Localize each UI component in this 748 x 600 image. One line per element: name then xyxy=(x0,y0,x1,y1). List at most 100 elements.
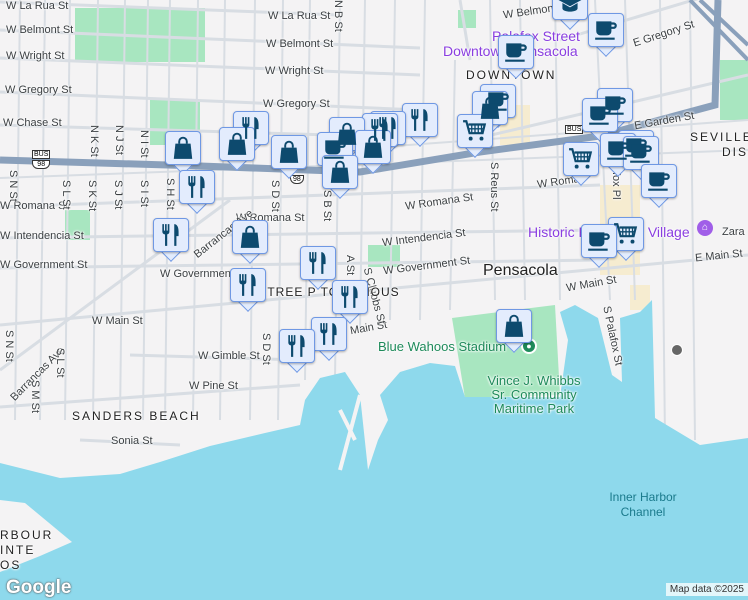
street-label: W Pine St xyxy=(189,380,238,392)
street-label: S Reus St xyxy=(488,162,500,212)
area-label-seville: SEVILLE xyxy=(690,130,748,144)
map-canvas[interactable]: W La Rua St W La Rua St W Belmont St W B… xyxy=(0,0,748,600)
area-label-pointe: INTE xyxy=(0,543,36,557)
restaurant-marker[interactable] xyxy=(311,317,347,361)
poi-maritime-park[interactable]: Vince J. Whibbs Sr. Community Maritime P… xyxy=(486,374,582,416)
street-label: S I St xyxy=(138,180,150,207)
grocery-marker[interactable] xyxy=(563,142,599,186)
street-label: W La Rua St xyxy=(6,0,69,12)
street-label: S D St xyxy=(260,333,272,365)
cafe-marker[interactable] xyxy=(498,35,534,79)
street-label: N B St xyxy=(332,0,344,32)
restaurant-marker[interactable] xyxy=(402,103,438,147)
bus-shield-label: BUS xyxy=(32,150,51,159)
street-label: S L St xyxy=(60,180,72,210)
route-shield-label: 98 xyxy=(32,160,51,169)
street-label: W La Rua St xyxy=(268,10,331,22)
fork-knife-icon xyxy=(184,174,210,200)
water xyxy=(0,300,748,600)
street-label: S M St xyxy=(29,380,41,414)
restaurant-marker[interactable] xyxy=(300,246,336,290)
fork-knife-icon xyxy=(235,272,261,298)
fork-knife-icon xyxy=(284,333,310,359)
shop-marker[interactable] xyxy=(271,135,307,179)
street-label: W Chase St xyxy=(3,117,62,129)
street-label: W Gregory St xyxy=(263,98,330,110)
map-attribution[interactable]: Map data ©2025 xyxy=(665,583,748,596)
coffee-cup-icon xyxy=(593,17,619,43)
street-label: W Intendencia St xyxy=(0,230,84,242)
fork-knife-icon xyxy=(316,321,342,347)
street-label: N K St xyxy=(88,125,100,157)
cafe-marker[interactable] xyxy=(588,13,624,57)
shopping-bag-icon xyxy=(170,135,196,161)
shopping-bag-icon xyxy=(276,139,302,165)
street-label: Zara xyxy=(722,226,745,238)
city-label: Pensacola xyxy=(483,262,558,279)
fork-knife-icon xyxy=(407,107,433,133)
street-label: W Government St xyxy=(0,259,88,271)
coffee-cup-icon xyxy=(587,102,613,128)
shopping-bag-icon xyxy=(224,131,250,157)
street-label: S N St xyxy=(7,170,19,202)
shop-marker[interactable] xyxy=(232,220,268,264)
street-label: W Belmont St xyxy=(266,38,334,50)
street-label: S N St xyxy=(3,330,15,362)
fork-knife-icon xyxy=(305,250,331,276)
shopping-cart-icon xyxy=(462,118,488,144)
street-label: W Gimble St xyxy=(198,350,260,362)
area-label-woods: OS xyxy=(0,558,22,572)
shopping-cart-icon xyxy=(568,146,594,172)
google-logo[interactable]: Google xyxy=(6,577,71,599)
shopping-cart-icon xyxy=(613,221,639,247)
shopping-bag-icon xyxy=(360,134,386,160)
area-label-seville-district: DIST xyxy=(722,145,748,159)
restaurant-marker[interactable] xyxy=(179,170,215,214)
museum-icon[interactable]: ⌂ xyxy=(697,220,713,236)
poi-blue-wahoos-stadium[interactable]: Blue Wahoos Stadium xyxy=(378,340,506,354)
street-label: S J St xyxy=(112,180,124,210)
shop-marker[interactable] xyxy=(219,127,255,171)
street-label: W Wright St xyxy=(265,65,324,77)
street-label: W Gregory St xyxy=(5,84,72,96)
coffee-cup-icon xyxy=(503,39,529,65)
street-label: Sonia St xyxy=(111,435,153,447)
grocery-marker[interactable] xyxy=(457,114,493,158)
ferry-icon[interactable] xyxy=(671,344,683,356)
fork-knife-icon xyxy=(158,222,184,248)
street-label: W Wright St xyxy=(6,50,65,62)
shop-marker[interactable] xyxy=(322,155,358,199)
shopping-bag-icon xyxy=(501,313,527,339)
shop-marker[interactable] xyxy=(165,131,201,175)
street-label: S K St xyxy=(86,180,98,212)
fork-knife-icon xyxy=(337,284,363,310)
street-label: N I St xyxy=(138,130,150,158)
shop-marker[interactable] xyxy=(355,130,391,174)
street-label: N J St xyxy=(113,125,125,155)
school-marker[interactable] xyxy=(552,0,588,30)
street-label: S L St xyxy=(54,348,66,378)
shopping-bag-icon xyxy=(237,224,263,250)
restaurant-marker[interactable] xyxy=(230,268,266,312)
bus-shield-downtown: BUS xyxy=(565,125,584,134)
area-label-harbour: RBOUR xyxy=(0,528,54,542)
shopping-bag-icon xyxy=(327,159,353,185)
restaurant-marker[interactable] xyxy=(153,218,189,262)
street-label: W Main St xyxy=(92,315,143,327)
graduation-cap-icon xyxy=(557,0,583,16)
shop-marker[interactable] xyxy=(496,309,532,353)
street-label: W Belmont St xyxy=(6,24,74,36)
cafe-marker[interactable] xyxy=(641,164,677,208)
street-label: S D St xyxy=(269,180,281,212)
street-label: A St xyxy=(344,255,356,276)
restaurant-marker[interactable] xyxy=(279,329,315,373)
cafe-marker[interactable] xyxy=(581,224,617,268)
bus-98-shield: BUS 98 xyxy=(32,150,51,169)
coffee-cup-icon xyxy=(646,168,672,194)
water-label-inner-harbor-channel: Inner Harbor Channel xyxy=(609,490,677,519)
coffee-cup-icon xyxy=(628,140,654,166)
coffee-cup-icon xyxy=(586,228,612,254)
street-label: W Governmen xyxy=(160,268,231,280)
area-label-sanders-beach: SANDERS BEACH xyxy=(72,409,201,423)
street-label: S H St xyxy=(164,178,176,210)
